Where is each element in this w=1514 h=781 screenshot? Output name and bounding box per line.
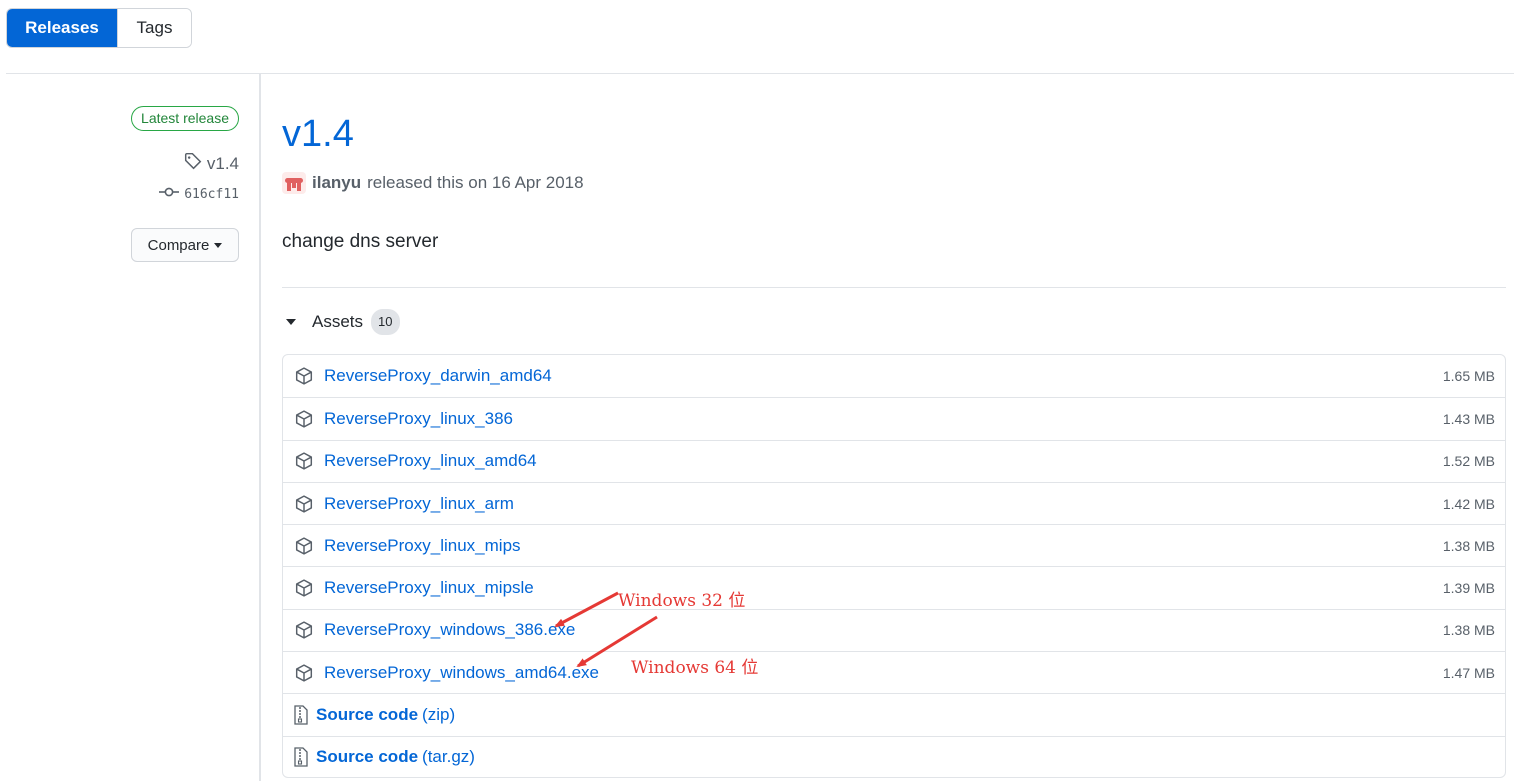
asset-row: ReverseProxy_linux_arm 1.42 MB xyxy=(283,481,1505,524)
package-icon xyxy=(294,451,314,471)
asset-size: 1.42 MB xyxy=(1442,495,1495,512)
author-name[interactable]: ilanyu xyxy=(312,173,361,193)
source-zip-label[interactable]: Source code xyxy=(316,705,418,725)
source-zip-ext[interactable]: (zip) xyxy=(422,705,455,725)
header-divider xyxy=(6,73,1514,74)
asset-row: ReverseProxy_windows_386.exe 1.38 MB xyxy=(283,608,1505,651)
source-row[interactable]: Source code (zip) xyxy=(283,693,1505,735)
timeline-divider xyxy=(259,74,261,781)
assets-toggle[interactable]: Assets 10 xyxy=(286,309,400,335)
tab-tags[interactable]: Tags xyxy=(117,9,191,47)
asset-link[interactable]: ReverseProxy_windows_amd64.exe xyxy=(324,663,599,683)
tag-icon xyxy=(184,152,202,175)
assets-list: ReverseProxy_darwin_amd64 1.65 MB Revers… xyxy=(282,354,1506,778)
asset-link[interactable]: ReverseProxy_linux_arm xyxy=(324,494,514,514)
annotation-win64: Windows 64 位 xyxy=(631,658,759,678)
package-icon xyxy=(294,536,314,556)
source-row[interactable]: Source code (tar.gz) xyxy=(283,735,1505,777)
commit-sha: 616cf11 xyxy=(184,186,239,202)
release-date-text: released this on 16 Apr 2018 xyxy=(367,173,584,192)
package-icon xyxy=(294,409,314,429)
triangle-down-icon xyxy=(286,319,296,325)
asset-link[interactable]: ReverseProxy_linux_mips xyxy=(324,536,521,556)
asset-size: 1.43 MB xyxy=(1442,410,1495,427)
asset-link[interactable]: ReverseProxy_linux_mipsle xyxy=(324,578,534,598)
package-icon xyxy=(294,620,314,640)
latest-release-badge: Latest release xyxy=(131,106,239,131)
asset-size: 1.47 MB xyxy=(1442,664,1495,681)
source-targz-label[interactable]: Source code xyxy=(316,747,418,767)
asset-size: 1.52 MB xyxy=(1442,453,1495,470)
release-title[interactable]: v1.4 xyxy=(282,113,354,156)
assets-count-badge: 10 xyxy=(371,309,400,335)
source-targz-ext[interactable]: (tar.gz) xyxy=(422,747,475,767)
asset-row: ReverseProxy_windows_amd64.exe 1.47 MB xyxy=(283,651,1505,693)
compare-button[interactable]: Compare xyxy=(131,228,239,262)
annotation-win32: Windows 32 位 xyxy=(618,591,746,611)
release-tabs: Releases Tags xyxy=(6,8,192,48)
asset-size: 1.65 MB xyxy=(1442,368,1495,385)
tag-label: v1.4 xyxy=(206,153,239,173)
release-tag[interactable]: v1.4 xyxy=(184,152,239,175)
git-commit-icon xyxy=(159,186,180,202)
chevron-down-icon xyxy=(214,242,223,248)
asset-row: ReverseProxy_linux_amd64 1.52 MB xyxy=(283,439,1505,482)
release-notes: change dns server xyxy=(282,231,439,252)
asset-row: ReverseProxy_linux_mipsle 1.39 MB xyxy=(283,566,1505,608)
asset-link[interactable]: ReverseProxy_linux_amd64 xyxy=(324,451,537,471)
asset-size: 1.39 MB xyxy=(1442,580,1495,597)
asset-size: 1.38 MB xyxy=(1442,622,1495,639)
avatar[interactable] xyxy=(282,172,306,194)
asset-row: ReverseProxy_linux_386 1.43 MB xyxy=(283,397,1505,439)
file-zip-icon xyxy=(294,747,308,767)
asset-link[interactable]: ReverseProxy_linux_386 xyxy=(324,409,513,429)
asset-row: ReverseProxy_linux_mips 1.38 MB xyxy=(283,524,1505,566)
tab-releases[interactable]: Releases xyxy=(7,9,117,47)
release-commit[interactable]: 616cf11 xyxy=(159,186,239,202)
package-icon xyxy=(294,494,314,514)
package-icon xyxy=(294,578,314,598)
asset-size: 1.38 MB xyxy=(1442,537,1495,554)
asset-link[interactable]: ReverseProxy_darwin_amd64 xyxy=(324,366,552,386)
file-zip-icon xyxy=(294,705,308,725)
assets-divider xyxy=(282,287,1506,288)
compare-label: Compare xyxy=(147,236,210,254)
asset-link[interactable]: ReverseProxy_windows_386.exe xyxy=(324,620,575,640)
asset-row: ReverseProxy_darwin_amd64 1.65 MB xyxy=(283,355,1505,397)
assets-label: Assets xyxy=(312,312,364,331)
release-author-line: ilanyu released this on 16 Apr 2018 xyxy=(282,172,584,194)
package-icon xyxy=(294,366,314,386)
package-icon xyxy=(294,663,314,683)
